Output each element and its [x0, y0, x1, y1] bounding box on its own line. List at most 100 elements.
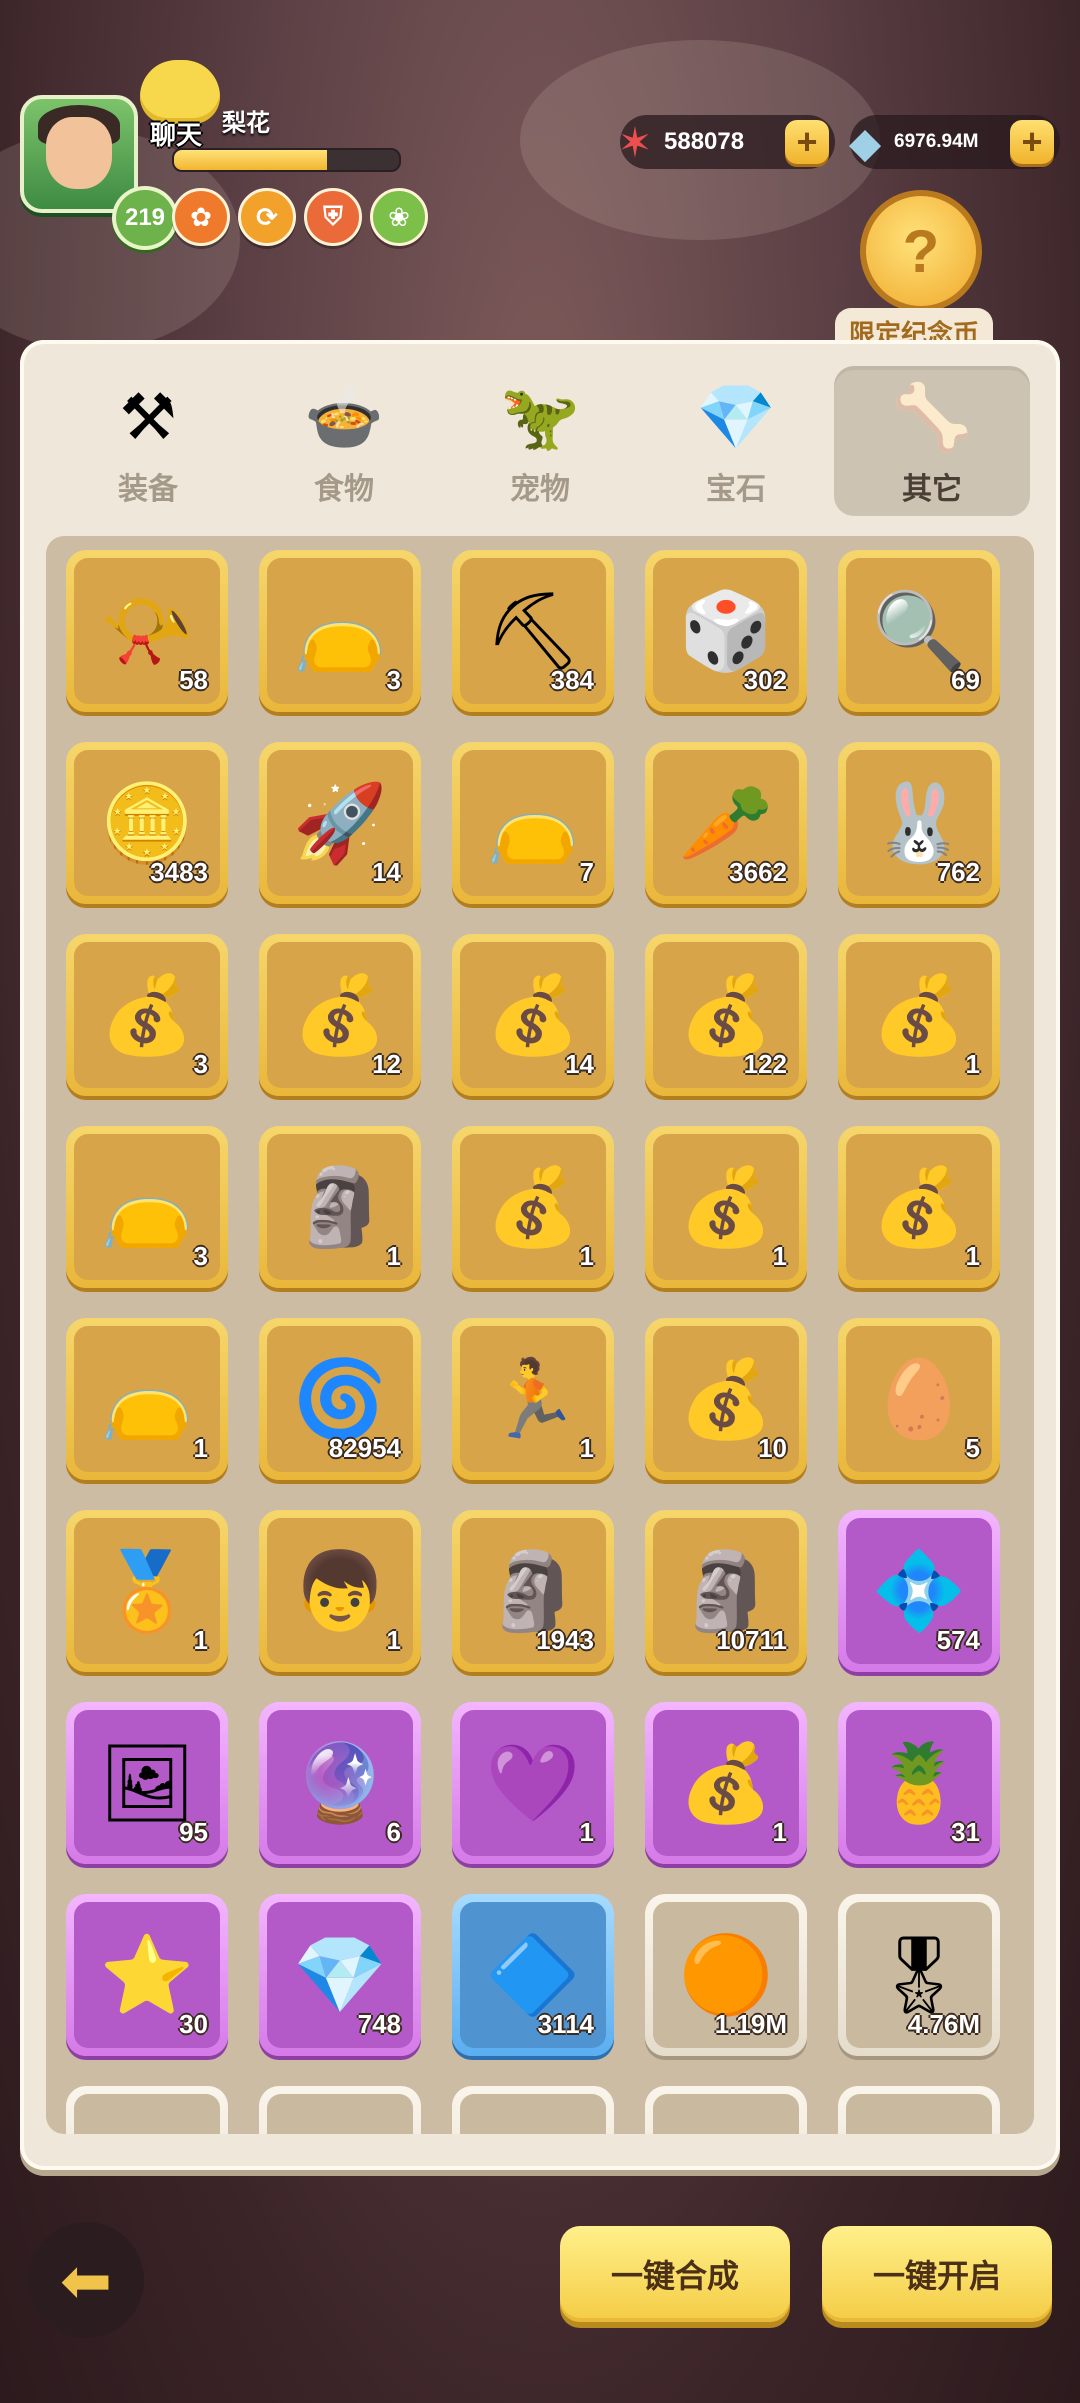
item-slot[interactable]: 🔷 3114 [452, 1894, 614, 2056]
item-slot[interactable]: 🌀 82954 [259, 1318, 421, 1480]
item-slot[interactable]: 💰 1 [645, 1126, 807, 1288]
fruit-buff-icon[interactable]: ❀ [370, 188, 428, 246]
item-slot[interactable]: 💰 10 [645, 1318, 807, 1480]
item-slot[interactable]: 💰 12 [259, 934, 421, 1096]
tab-gem[interactable]: 💎 宝石 [638, 366, 834, 516]
item-slot-inner: 🎲 302 [653, 558, 799, 704]
item-slot[interactable]: 👝 3 [259, 550, 421, 712]
gem-bag-icon: 💰 [678, 973, 774, 1058]
item-slot[interactable]: 🗿 10711 [645, 1510, 807, 1672]
item-slot[interactable] [259, 2086, 421, 2134]
item-slot-inner: 💰 1 [460, 1134, 606, 1280]
dice-icon: 🎲 [678, 589, 774, 674]
gem-bag-icon: 💰 [871, 973, 967, 1058]
item-slot[interactable]: 🏅 1 [66, 1510, 228, 1672]
shell-currency: ◆ 6976.94M + [849, 115, 1060, 169]
item-slot[interactable]: 💰 3 [66, 934, 228, 1096]
item-slot-inner [74, 2094, 220, 2134]
item-slot-inner: 🖼 95 [74, 1710, 220, 1856]
flower-buff-icon[interactable]: ✿ [172, 188, 230, 246]
back-button[interactable]: ⬅ [28, 2222, 144, 2338]
item-slot[interactable]: 🎲 302 [645, 550, 807, 712]
item-count: 1 [386, 1625, 401, 1655]
tab-hammer[interactable]: ⚒ 装备 [50, 366, 246, 516]
item-slot-inner: 🏃 1 [460, 1326, 606, 1472]
item-count: 12 [372, 1049, 401, 1079]
item-count: 384 [550, 665, 594, 695]
crystal-bag-icon: 💰 [871, 1165, 967, 1250]
item-count: 1943 [536, 1625, 594, 1655]
item-slot[interactable]: 👝 1 [66, 1318, 228, 1480]
item-slot[interactable]: 👝 7 [452, 742, 614, 904]
gem-bag-icon: 💰 [485, 973, 581, 1058]
item-slot[interactable]: 💰 1 [452, 1126, 614, 1288]
item-slot-inner: 🪙 3483 [74, 750, 220, 896]
item-slot-inner: 🔷 3114 [460, 1902, 606, 2048]
carrot-bag-icon: 🥕 [678, 781, 774, 866]
item-slot[interactable]: 🗿 1943 [452, 1510, 614, 1672]
chat-label[interactable]: 聊天 [150, 115, 202, 152]
item-slot[interactable]: 🏃 1 [452, 1318, 614, 1480]
item-count: 302 [743, 665, 787, 695]
item-slot[interactable]: 💰 14 [452, 934, 614, 1096]
item-slot-inner: 🥚 5 [846, 1326, 992, 1472]
item-slot[interactable]: 💠 574 [838, 1510, 1000, 1672]
add-shell-button[interactable]: + [1010, 120, 1054, 164]
item-slot[interactable] [645, 2086, 807, 2134]
item-slot[interactable] [838, 2086, 1000, 2134]
shield-buff-icon[interactable]: ⛨ [304, 188, 362, 246]
item-count: 1 [772, 1241, 787, 1271]
item-slot-inner: 💎 748 [267, 1902, 413, 2048]
item-slot[interactable]: ⭐ 30 [66, 1894, 228, 2056]
item-slot[interactable] [66, 2086, 228, 2134]
tab-bone[interactable]: 🦴 其它 [834, 366, 1030, 516]
item-count: 7 [579, 857, 594, 887]
item-slot-inner: 🐰 762 [846, 750, 992, 896]
open-all-button[interactable]: 一键开启 [822, 2226, 1052, 2322]
item-slot[interactable]: 💰 1 [838, 1126, 1000, 1288]
item-slot[interactable]: 💰 1 [645, 1702, 807, 1864]
item-slot-inner: 💰 1 [653, 1710, 799, 1856]
item-slot[interactable]: 🚀 14 [259, 742, 421, 904]
item-slot[interactable]: 👝 3 [66, 1126, 228, 1288]
item-grid-area[interactable]: 📯 58 👝 3 ⛏ 384 🎲 302 🔍 69 🪙 3483 🚀 14 👝 7 🥕 3662 🐰 762 💰 3 💰 12… [46, 536, 1034, 2134]
player-name: 梨花 [222, 110, 270, 137]
item-slot[interactable]: 🐰 762 [838, 742, 1000, 904]
item-slot[interactable]: 🎖 4.76M [838, 1894, 1000, 2056]
item-slot[interactable]: 🔍 69 [838, 550, 1000, 712]
crystal-bag-icon: 💰 [678, 1741, 774, 1826]
item-slot[interactable]: 📯 58 [66, 550, 228, 712]
item-slot[interactable]: 👦 1 [259, 1510, 421, 1672]
item-slot[interactable]: 🖼 95 [66, 1702, 228, 1864]
item-slot[interactable] [452, 2086, 614, 2134]
rainbow-fruit-icon: 🍍 [871, 1741, 967, 1826]
back-arrow-icon: ⬅ [60, 2246, 112, 2316]
tab-pet-fossil[interactable]: 🦖 宠物 [442, 366, 638, 516]
item-slot-inner: 💰 14 [460, 942, 606, 1088]
item-slot-inner: 👦 1 [267, 1518, 413, 1664]
item-slot[interactable]: 🪙 3483 [66, 742, 228, 904]
item-slot[interactable]: 🥚 5 [838, 1318, 1000, 1480]
item-slot[interactable]: 💜 1 [452, 1702, 614, 1864]
item-slot-inner: 🚀 14 [267, 750, 413, 896]
merge-all-button[interactable]: 一键合成 [560, 2226, 790, 2322]
starfish-amount: 588078 [664, 128, 745, 155]
item-slot[interactable]: 🍍 31 [838, 1702, 1000, 1864]
question-coin-icon[interactable]: ? [860, 190, 982, 312]
item-slot[interactable]: 🔮 6 [259, 1702, 421, 1864]
hammer-icon: ⚒ [119, 380, 177, 453]
swirl-buff-icon[interactable]: ⟳ [238, 188, 296, 246]
item-slot[interactable]: ⛏ 384 [452, 550, 614, 712]
item-slot[interactable]: 💰 122 [645, 934, 807, 1096]
item-slot[interactable]: 🥕 3662 [645, 742, 807, 904]
shell-amount: 6976.94M [894, 131, 979, 152]
item-slot[interactable]: 💰 1 [838, 934, 1000, 1096]
item-slot[interactable]: 🟠 1.19M [645, 1894, 807, 2056]
item-slot[interactable]: 🗿 1 [259, 1126, 421, 1288]
tab-food-bowl[interactable]: 🍲 食物 [246, 366, 442, 516]
gem-bag-icon: 💰 [99, 973, 195, 1058]
item-slot[interactable]: 💎 748 [259, 1894, 421, 2056]
add-starfish-button[interactable]: + [785, 120, 829, 164]
gem-bag-icon: 💰 [678, 1357, 774, 1442]
item-count: 14 [565, 1049, 594, 1079]
